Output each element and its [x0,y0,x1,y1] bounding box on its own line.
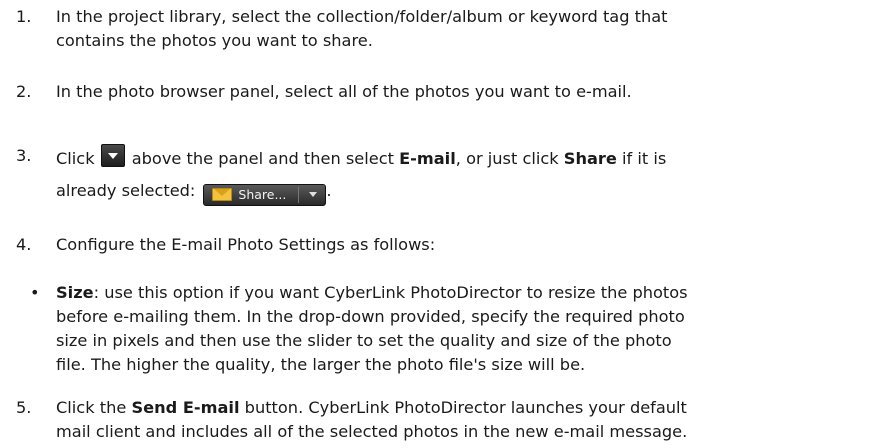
step-line: mail client and includes all of the sele… [56,422,688,441]
step-line: Click the Send E-mail button. CyberLink … [56,396,878,420]
step-5: 5. Click the Send E-mail button. CyberLi… [16,396,878,444]
bullet-line: file. The higher the quality, the larger… [56,355,586,374]
email-option-label: E-mail [399,149,456,168]
bullet-size: • Size: use this option if you want Cybe… [30,281,878,377]
chevron-down-icon [309,192,318,197]
bullet-line-text: : use this option if you want CyberLink … [93,283,688,302]
help-page: 1. In the project library, select the co… [0,0,884,448]
text-click: Click the [56,398,127,417]
send-email-button-label: Send E-mail [131,398,240,417]
share-button-image: Share... [203,183,327,206]
bullet-line: Size: use this option if you want CyberL… [56,281,878,305]
step-line: contains the photos you want to share. [56,31,373,50]
bullet-term: Size [56,283,94,302]
step-number: 2. [16,82,32,101]
step-line: Click above the panel and then select E-… [56,144,878,171]
envelope-icon [212,188,233,201]
step-text: Click above the panel and then select E-… [56,144,878,206]
bullet-marker: • [30,283,40,302]
bullet-text: Size: use this option if you want CyberL… [56,281,878,377]
text-already: already selected: [56,181,196,200]
text-click: Click [56,149,95,168]
step-number: 1. [16,7,32,26]
button-separator [298,186,300,203]
step-line: already selected: Share.... [56,179,878,206]
step-text: Click the Send E-mail button. CyberLink … [56,396,878,444]
step-text: Configure the E-mail Photo Settings as f… [56,235,436,254]
step-2: 2. In the photo browser panel, select al… [16,80,878,104]
share-option-label: Share [563,149,617,168]
dropdown-arrow-icon [100,144,125,167]
step-number: 3. [16,146,32,165]
bullet-line: before e-mailing them. In the drop-down … [56,307,685,326]
step-3: 3. Click above the panel and then select… [16,144,878,206]
text-period: . [326,181,332,200]
step-4: 4. Configure the E-mail Photo Settings a… [16,233,878,257]
step-1: 1. In the project library, select the co… [16,5,878,53]
text-rest: button. CyberLink PhotoDirector launches… [244,398,687,417]
step-number: 4. [16,235,32,254]
text-mid: above the panel and then select [131,149,394,168]
share-button-label: Share... [238,186,287,202]
text-or: , or just click [455,149,559,168]
step-text: In the project library, select the colle… [56,5,878,53]
bullet-line: size in pixels and then use the slider t… [56,331,672,350]
step-number: 5. [16,398,32,417]
step-text: In the photo browser panel, select all o… [56,82,632,101]
step-line: In the project library, select the colle… [56,7,668,26]
text-if: if it is [622,149,667,168]
